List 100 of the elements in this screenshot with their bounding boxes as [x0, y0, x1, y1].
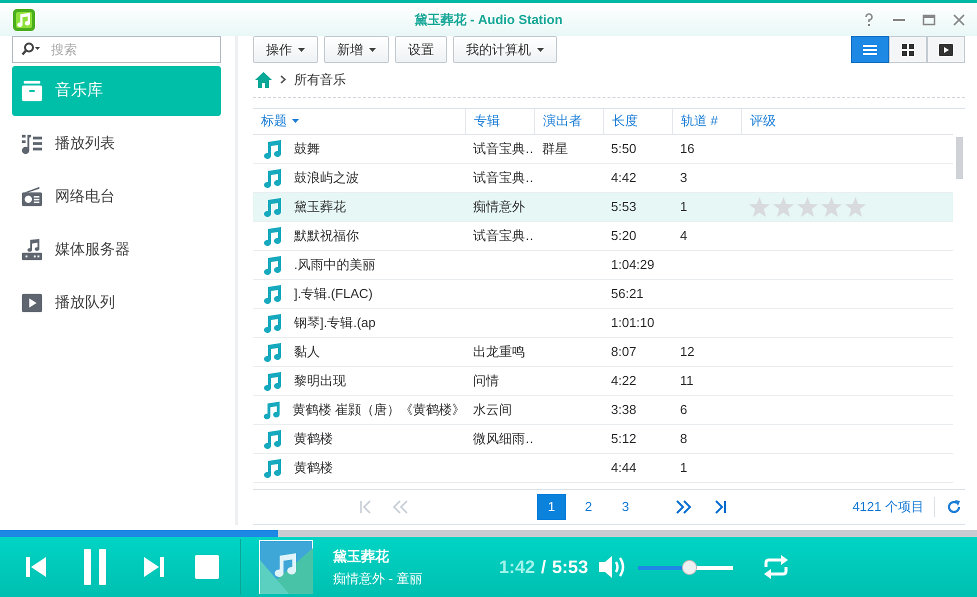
stop-icon[interactable] [194, 554, 220, 580]
column-header[interactable]: 评级 [741, 108, 953, 134]
first-page-icon[interactable] [359, 500, 373, 514]
page-button[interactable]: 3 [611, 494, 640, 520]
table-row[interactable]: 黄鹤楼 微风细雨… 5:12 8 [253, 424, 953, 454]
search-field[interactable]: 搜索 [12, 36, 221, 63]
sidebar-item[interactable]: 播放队列 [12, 278, 221, 328]
table-cell-text: 5:50 [611, 140, 636, 158]
music-server-icon [21, 239, 43, 261]
track-subtitle: 痴情意外 - 童丽 [333, 570, 424, 588]
table-cell-text: 黄鹤楼 [294, 458, 333, 477]
sidebar-item[interactable]: 播放列表 [12, 119, 221, 169]
table-cell-text: 11 [680, 372, 694, 390]
last-page-icon[interactable] [713, 500, 727, 514]
table-cell-text: 试音宝典… [473, 226, 534, 245]
sidebar-item[interactable]: 媒体服务器 [12, 225, 221, 275]
table-cell-text: 8:07 [611, 342, 636, 361]
column-header[interactable]: 标题 [253, 108, 465, 134]
grid-view-icon [900, 42, 916, 58]
table-cell-text: 16 [680, 140, 694, 158]
table-cell-text: 3 [680, 168, 688, 187]
table-row[interactable]: 默默祝福你 试音宝典… 5:20 4 [253, 222, 953, 251]
sort-caret-icon [292, 119, 299, 124]
volume-slider-thumb[interactable] [682, 560, 698, 574]
star-icon[interactable] [749, 196, 770, 217]
view-toggle-button[interactable] [851, 36, 889, 63]
sidebar-item[interactable]: 网络电台 [12, 172, 221, 222]
table-cell-text: 56:21 [611, 284, 644, 303]
column-header[interactable]: 演出者 [534, 108, 603, 134]
table-cell-text: 黎明出现 [294, 372, 346, 390]
table-row[interactable]: 黄鹤楼 4:44 1 [253, 454, 953, 483]
table-cell-text: 鼓浪屿之波 [294, 168, 359, 187]
table-cell-text: 1:01:10 [611, 314, 654, 332]
time-separator: / [541, 556, 546, 578]
app-logo-icon [12, 8, 36, 32]
toolbar-button[interactable]: 我的计算机 [453, 36, 557, 63]
radio-icon [21, 186, 43, 208]
table-cell-text: 试音宝典… [473, 140, 534, 158]
table-row[interactable]: 鼓舞 试音宝典… 群星 5:50 16 [253, 134, 953, 164]
progress-track[interactable] [0, 530, 977, 537]
table-cell-text: 6 [680, 400, 688, 419]
view-toggle-button[interactable] [889, 36, 927, 63]
column-header[interactable]: 专辑 [465, 108, 534, 134]
page-button[interactable]: 1 [537, 494, 566, 520]
play-box-icon [21, 292, 43, 314]
pause-icon[interactable] [81, 548, 109, 586]
caret-icon [369, 48, 376, 52]
table-row[interactable]: 黏人 出龙重鸣 8:07 12 [253, 338, 953, 367]
total-time: 5:53 [552, 556, 588, 578]
table-row[interactable]: 黎明出现 问情 4:22 11 [253, 366, 953, 396]
refresh-icon[interactable] [947, 500, 961, 514]
page-button[interactable]: 2 [574, 494, 603, 520]
column-header[interactable]: 长度 [603, 108, 672, 134]
previous-track-icon[interactable] [24, 555, 48, 579]
table-cell-text: 鼓舞 [294, 140, 320, 158]
star-icon[interactable] [797, 196, 818, 217]
scrollbar-thumb[interactable] [956, 136, 963, 179]
table-cell-text: 微风细雨… [473, 430, 534, 448]
elapsed-time: 1:42 [499, 556, 536, 578]
caret-icon [537, 48, 544, 52]
table-cell-text: 5:20 [611, 226, 636, 245]
home-icon[interactable] [255, 72, 272, 88]
album-art-icon [259, 540, 313, 594]
star-icon[interactable] [845, 196, 866, 217]
toolbar-button[interactable]: 新增 [324, 36, 389, 63]
volume-slider-track[interactable] [638, 560, 734, 574]
table-cell-text: ].专辑.(FLAC) [294, 284, 373, 303]
breadcrumb-link[interactable]: 所有音乐 [294, 70, 346, 90]
table-cell-text: 默默祝福你 [294, 226, 359, 245]
table-row[interactable]: 黄鹤楼 崔颢（唐）《黄鹤楼》 水云间 3:38 6 [253, 396, 953, 425]
table-cell-text: 1:04:29 [611, 256, 654, 274]
playlist-icon [21, 133, 43, 155]
table-row[interactable]: .风雨中的美丽 1:04:29 [253, 250, 953, 280]
next-track-icon[interactable] [142, 555, 166, 579]
column-header[interactable]: 轨道 # [672, 108, 741, 134]
star-icon[interactable] [821, 196, 842, 217]
search-icon [21, 42, 41, 56]
toolbar-button[interactable]: 设置 [395, 36, 447, 63]
table-cell-text: 4:22 [611, 372, 636, 390]
table-cell-text: 群星 [542, 140, 568, 158]
table-cell-text: 3:38 [611, 400, 636, 419]
view-toggle-button[interactable] [927, 36, 965, 63]
previous-page-icon[interactable] [393, 500, 409, 514]
window-title: 黛玉葬花 - Audio Station [413, 10, 564, 29]
play-box-icon [938, 42, 954, 58]
table-cell-text: 试音宝典… [473, 168, 534, 187]
table-cell-text: 黄鹤楼 [294, 430, 333, 448]
star-icon[interactable] [773, 196, 794, 217]
table-cell-text: 痴情意外 [473, 198, 525, 216]
table-cell-text: 4:44 [611, 458, 636, 477]
close-icon[interactable] [951, 12, 967, 28]
table-cell-text: 5:53 [611, 198, 636, 216]
toolbar-button[interactable]: 操作 [253, 36, 318, 63]
table-row[interactable]: ].专辑.(FLAC) 56:21 [253, 280, 953, 309]
next-page-icon[interactable] [675, 500, 691, 514]
table-row[interactable]: 黛玉葬花 痴情意外 5:53 1 [253, 192, 953, 222]
table-cell-text: 出龙重鸣 [473, 342, 525, 361]
table-cell-text: 12 [680, 342, 694, 361]
table-cell-text: 问情 [473, 372, 499, 390]
table-row[interactable]: 钢琴].专辑.(ap 1:01:10 [253, 308, 953, 338]
